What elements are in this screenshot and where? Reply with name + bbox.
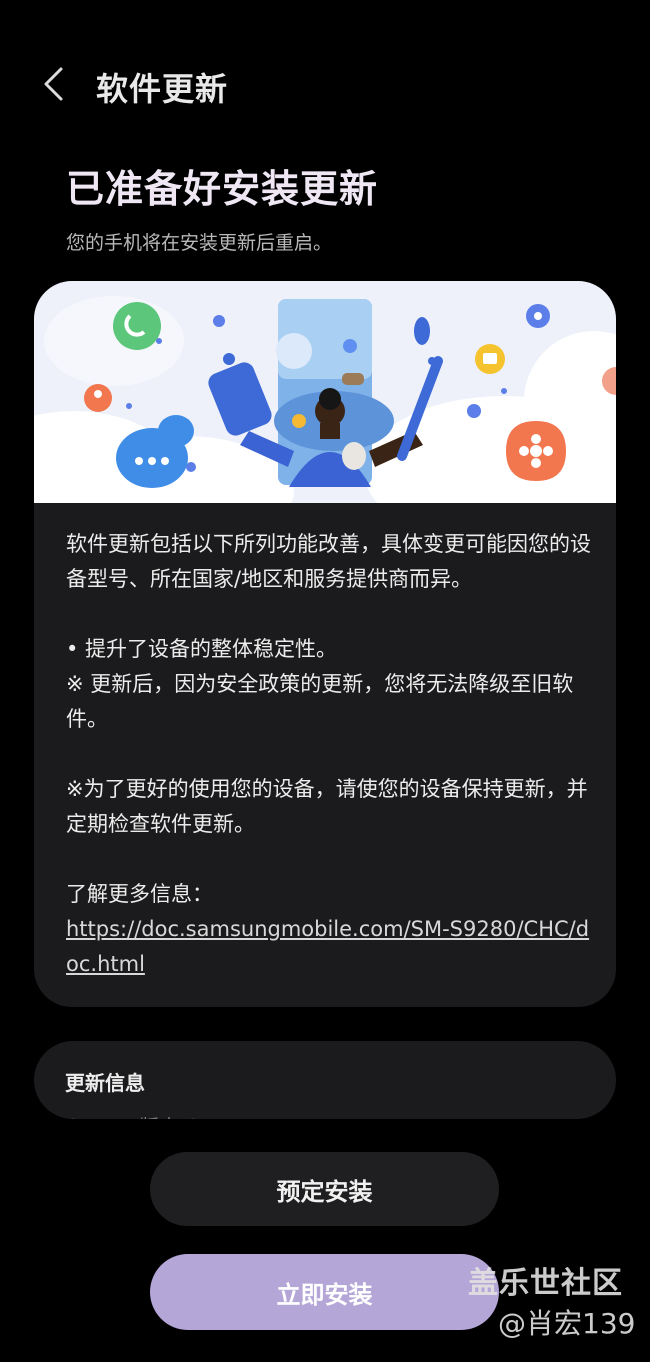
update-info-peek: One UI 版本 6.1 [65, 1111, 217, 1119]
chevron-left-icon [44, 67, 63, 101]
install-now-button[interactable]: 立即安装 [150, 1254, 499, 1330]
changelog-note-keep-updated: ※为了更好的使用您的设备，请使您的设备保持更新，并定期检查软件更新。 [66, 777, 588, 836]
top-bar: 软件更新 [0, 40, 650, 130]
schedule-install-button[interactable]: 预定安装 [150, 1152, 499, 1226]
update-info-card[interactable]: 更新信息 One UI 版本 6.1 [34, 1041, 616, 1119]
update-info-title: 更新信息 [65, 1071, 145, 1095]
changelog-intro: 软件更新包括以下所列功能改善，具体变更可能因您的设备型号、所在国家/地区和服务提… [66, 532, 591, 591]
page-title: 软件更新 [96, 70, 229, 108]
update-illustration [34, 281, 616, 503]
update-ready-title: 已准备好安装更新 [66, 167, 379, 211]
more-info-label: 了解更多信息： [66, 882, 213, 906]
watermark-user: @肖宏139 [498, 1307, 636, 1340]
watermark-community: 盖乐世社区 [468, 1266, 623, 1301]
changelog-note-downgrade: ※ 更新后，因为安全政策的更新，您将无法降级至旧软件。 [66, 672, 574, 731]
changelog-bullet: • 提升了设备的整体稳定性。 [66, 637, 338, 661]
changelog-text: 软件更新包括以下所列功能改善，具体变更可能因您的设备型号、所在国家/地区和服务提… [66, 527, 596, 982]
more-info-link[interactable]: https://doc.samsungmobile.com/SM-S9280/C… [66, 912, 596, 982]
back-button[interactable] [30, 58, 76, 110]
restart-notice: 您的手机将在安装更新后重启。 [66, 232, 333, 254]
changelog-card: 软件更新包括以下所列功能改善，具体变更可能因您的设备型号、所在国家/地区和服务提… [34, 281, 616, 1007]
